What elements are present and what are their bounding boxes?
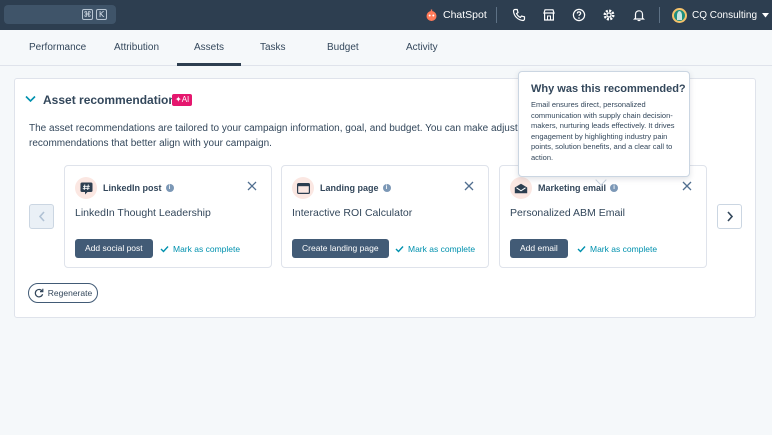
tile-type-text: LinkedIn post xyxy=(103,183,162,193)
close-icon[interactable] xyxy=(682,181,692,191)
checkmark-icon xyxy=(395,246,404,253)
mark-as-complete-label: Mark as complete xyxy=(590,244,658,254)
checkmark-icon xyxy=(160,246,169,253)
divider xyxy=(496,7,497,23)
info-icon[interactable]: i xyxy=(610,184,619,192)
tab-tasks[interactable]: Tasks xyxy=(260,42,286,53)
tab-assets[interactable]: Assets xyxy=(194,42,224,53)
marketplace-icon[interactable] xyxy=(542,8,556,22)
tooltip-body: Email ensures direct, personalized commu… xyxy=(531,100,675,162)
tile-type-label: Marketing email i xyxy=(538,183,619,193)
tooltip-title: Why was this recommended? xyxy=(531,83,686,95)
settings-gear-icon[interactable] xyxy=(602,8,616,22)
caret-down-icon xyxy=(762,12,770,17)
tile-asset-name: Interactive ROI Calculator xyxy=(292,207,413,219)
active-tab-indicator xyxy=(177,63,241,66)
recommendation-tile-linkedin-post: LinkedIn post i LinkedIn Thought Leaders… xyxy=(64,165,272,268)
tile-asset-name: Personalized ABM Email xyxy=(510,207,625,219)
divider xyxy=(659,7,660,23)
chatspot-button[interactable]: ChatSpot xyxy=(425,7,487,23)
tab-performance[interactable]: Performance xyxy=(29,42,86,53)
add-email-button[interactable]: Add email xyxy=(510,239,568,258)
command-key-badge: ⌘ xyxy=(82,9,93,20)
chatspot-label: ChatSpot xyxy=(443,9,487,21)
mark-as-complete-label: Mark as complete xyxy=(408,244,476,254)
tile-type-text: Marketing email xyxy=(538,183,607,193)
tab-attribution[interactable]: Attribution xyxy=(114,42,159,53)
tile-icon-wrapper xyxy=(510,177,532,199)
campaign-tabs: Performance Attribution Assets Tasks Bud… xyxy=(0,30,772,66)
k-key-badge: K xyxy=(96,9,107,20)
envelope-icon xyxy=(514,183,528,193)
tile-icon-wrapper xyxy=(292,177,314,199)
mark-as-complete-link[interactable]: Mark as complete xyxy=(577,244,657,254)
tile-type-text: Landing page xyxy=(320,183,379,193)
tile-asset-name: LinkedIn Thought Leadership xyxy=(75,207,211,219)
chevron-right-icon xyxy=(726,211,733,222)
section-title: Asset recommendations xyxy=(43,93,183,107)
mark-as-complete-link[interactable]: Mark as complete xyxy=(395,244,475,254)
checkmark-icon xyxy=(577,246,586,253)
help-icon[interactable] xyxy=(572,8,586,22)
info-icon[interactable]: i xyxy=(165,184,174,192)
avatar xyxy=(672,7,687,23)
regenerate-label: Regenerate xyxy=(47,288,93,298)
phone-icon[interactable] xyxy=(512,8,526,22)
carousel-next-button[interactable] xyxy=(717,204,742,229)
ai-badge: ✦AI xyxy=(172,94,193,106)
recommendation-tile-landing-page: Landing page i Interactive ROI Calculato… xyxy=(281,165,489,268)
tile-type-label: Landing page i xyxy=(320,183,391,193)
recommendation-reason-tooltip: Why was this recommended? Email ensures … xyxy=(518,71,690,177)
notifications-bell-icon[interactable] xyxy=(632,8,646,22)
info-icon[interactable]: i xyxy=(382,184,391,192)
close-icon[interactable] xyxy=(464,181,474,191)
tab-budget[interactable]: Budget xyxy=(327,42,359,53)
tile-type-label: LinkedIn post i xyxy=(103,183,174,193)
top-navigation-bar: ⌘ K ChatSpot CQ Consulting xyxy=(0,0,772,30)
close-icon[interactable] xyxy=(247,181,257,191)
browser-window-icon xyxy=(296,182,310,194)
create-landing-page-button[interactable]: Create landing page xyxy=(292,239,389,258)
account-menu[interactable]: CQ Consulting xyxy=(672,6,770,24)
chevron-left-icon xyxy=(38,211,45,222)
mark-as-complete-link[interactable]: Mark as complete xyxy=(160,244,240,254)
mark-as-complete-label: Mark as complete xyxy=(173,244,241,254)
global-search[interactable]: ⌘ K xyxy=(4,5,116,24)
tab-activity[interactable]: Activity xyxy=(406,42,438,53)
carousel-previous-button[interactable] xyxy=(29,204,54,229)
account-name: CQ Consulting xyxy=(692,9,758,21)
refresh-icon xyxy=(34,288,44,298)
chatspot-icon xyxy=(426,9,437,21)
add-social-post-button[interactable]: Add social post xyxy=(75,239,153,258)
collapse-chevron-icon[interactable] xyxy=(25,95,36,103)
regenerate-button[interactable]: Regenerate xyxy=(28,283,98,303)
hashtag-icon xyxy=(80,182,92,194)
tile-icon-wrapper xyxy=(75,177,97,199)
